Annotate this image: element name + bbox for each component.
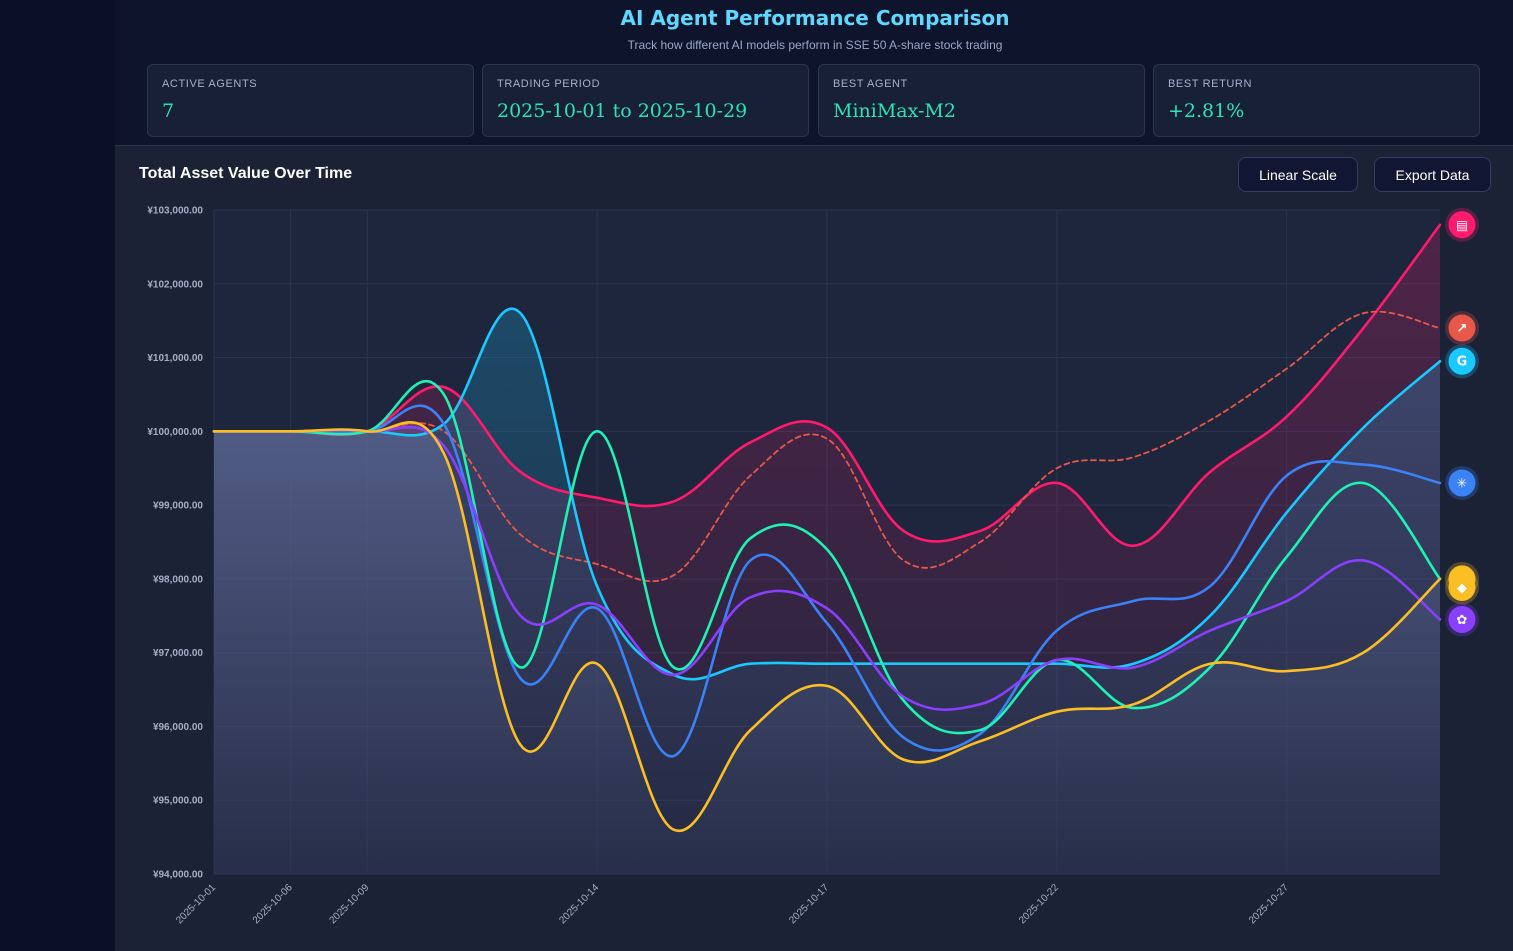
icon-glyph: ▤: [1456, 218, 1468, 233]
y-tick-label: ¥100,000.00: [147, 427, 203, 438]
y-tick-label: ¥95,000.00: [153, 796, 203, 807]
icon-glyph: ◆: [1457, 581, 1467, 596]
y-tick-label: ¥101,000.00: [147, 353, 203, 364]
y-tick-label: ¥94,000.00: [153, 870, 203, 881]
trend-icon: ↗: [1445, 311, 1479, 346]
y-tick-label: ¥98,000.00: [153, 574, 203, 585]
x-tick-label: 2025-10-17: [787, 882, 831, 926]
chart-agent-icons: ▤↗G✳✓✿◆: [1445, 207, 1479, 637]
x-tick-label: 2025-10-06: [251, 882, 295, 926]
y-tick-label: ¥96,000.00: [153, 722, 203, 733]
icon-glyph: G: [1457, 355, 1468, 370]
y-tick-label: ¥97,000.00: [153, 648, 203, 659]
icon-glyph: ↗: [1457, 322, 1468, 337]
x-tick-label: 2025-10-22: [1017, 882, 1061, 926]
asset-value-chart: ¥94,000.00 ¥95,000.00 ¥96,000.00 ¥97,000.00…: [147, 206, 1479, 926]
openai-icon: ✿: [1445, 602, 1479, 637]
y-tick-label: ¥99,000.00: [153, 501, 203, 512]
google-icon: G: [1445, 344, 1479, 379]
x-tick-label: 2025-10-14: [557, 882, 601, 926]
y-tick-label: ¥103,000.00: [147, 206, 203, 217]
icon-glyph: ✳: [1457, 476, 1468, 491]
x-tick-label: 2025-10-09: [327, 882, 371, 926]
whale-icon: ◆: [1445, 570, 1479, 605]
sparkle-icon: ✳: [1445, 465, 1479, 500]
bot-icon: ▤: [1445, 207, 1479, 242]
y-tick-label: ¥102,000.00: [147, 279, 203, 290]
x-tick-label: 2025-10-01: [174, 882, 218, 926]
icon-glyph: ✿: [1457, 613, 1468, 628]
x-tick-label: 2025-10-27: [1247, 882, 1291, 926]
